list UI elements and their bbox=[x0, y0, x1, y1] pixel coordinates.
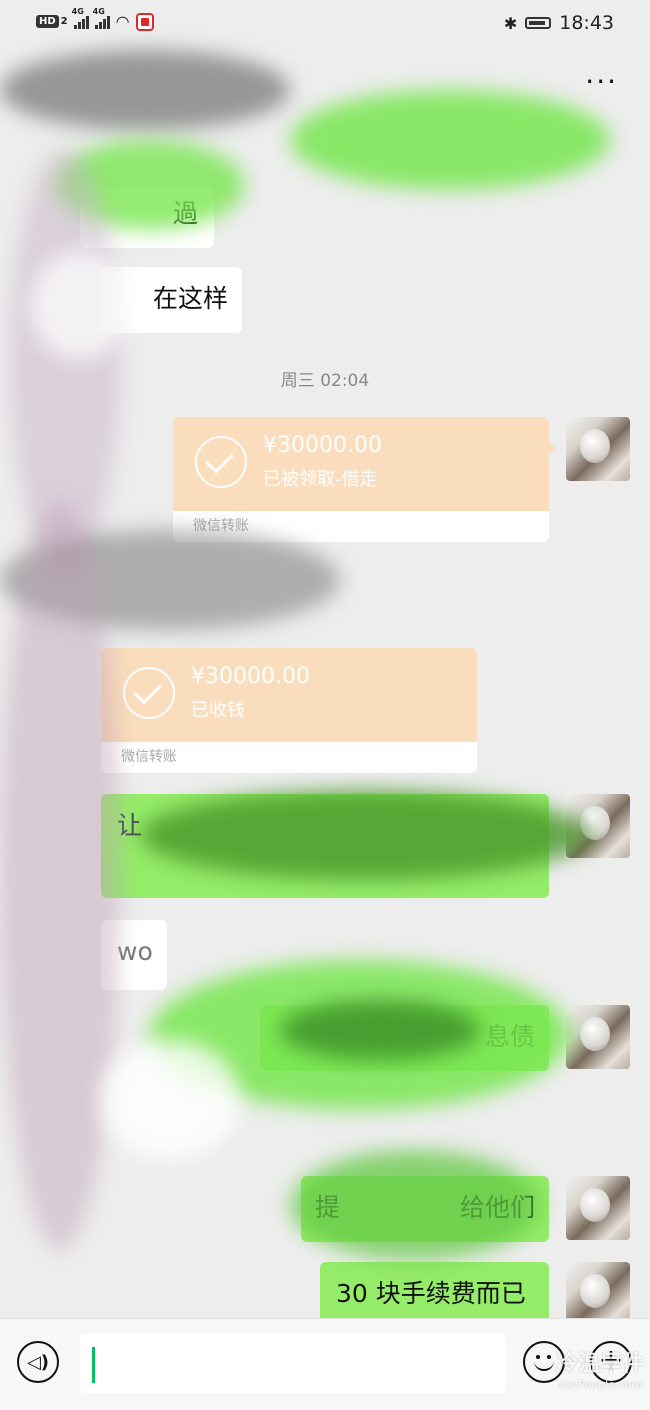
transfer-status: 已收钱 bbox=[191, 700, 245, 721]
avatar[interactable] bbox=[566, 1176, 630, 1240]
message-text: 息债 bbox=[484, 1022, 535, 1051]
message-text: 在这样 bbox=[152, 284, 228, 313]
message-input[interactable] bbox=[80, 1333, 506, 1393]
bluetooth-icon: ✱ bbox=[503, 13, 518, 33]
watermark: 冷温早件 bbox=[555, 1352, 644, 1377]
avatar[interactable] bbox=[566, 417, 630, 481]
signal-icon: 4G bbox=[93, 7, 110, 29]
status-bar: HD 2 4G 4G ◠ ✱ 18:43 bbox=[0, 0, 650, 50]
message-text: 提 bbox=[315, 1193, 341, 1222]
redaction-smudge bbox=[100, 1040, 240, 1160]
clock: 18:43 bbox=[559, 12, 614, 34]
input-bar: ◁) + bbox=[0, 1318, 650, 1410]
redaction-smudge bbox=[0, 50, 290, 130]
signal-icon: 4G bbox=[72, 7, 89, 29]
hd-sub: 2 bbox=[60, 16, 68, 27]
check-circle-icon bbox=[195, 436, 247, 488]
hd-badge: HD bbox=[36, 15, 59, 28]
status-right: ✱ 18:43 bbox=[504, 12, 614, 34]
text-cursor bbox=[92, 1347, 95, 1383]
notification-app-icon bbox=[135, 12, 154, 31]
avatar[interactable] bbox=[566, 1262, 630, 1326]
transfer-amount: ¥30000.00 bbox=[191, 664, 310, 689]
redaction-smudge bbox=[0, 530, 340, 630]
transfer-card-body: ¥30000.00 已收钱 bbox=[101, 648, 477, 742]
message-bubble-incoming[interactable]: wo bbox=[101, 920, 167, 990]
avatar[interactable] bbox=[566, 794, 630, 858]
redaction-smudge bbox=[290, 90, 610, 190]
message-text: 過 bbox=[172, 199, 198, 228]
message-bubble-outgoing[interactable]: 让 bbox=[101, 794, 549, 898]
check-circle-icon bbox=[123, 667, 175, 719]
message-bubble-outgoing[interactable]: 提 给他们 bbox=[301, 1176, 549, 1242]
transfer-card-body: ¥30000.00 已被领取-借走 bbox=[173, 417, 549, 511]
chat-timestamp: 周三 02:04 bbox=[280, 371, 370, 391]
message-text: 给他们 bbox=[459, 1193, 535, 1222]
transfer-status: 已被领取-借走 bbox=[263, 469, 378, 490]
message-bubble-incoming[interactable]: 過 bbox=[80, 186, 214, 248]
transfer-footer: 微信转账 bbox=[121, 749, 177, 765]
transfer-card-outgoing[interactable]: ¥30000.00 已被领取-借走 微信转账 bbox=[173, 417, 549, 542]
message-bubble-outgoing[interactable]: 息债 bbox=[260, 1005, 549, 1071]
avatar[interactable] bbox=[566, 1005, 630, 1069]
status-left: HD 2 4G 4G ◠ bbox=[36, 7, 154, 31]
message-text: wo bbox=[117, 937, 153, 966]
transfer-card-incoming[interactable]: ¥30000.00 已收钱 微信转账 bbox=[101, 648, 477, 773]
transfer-footer: 微信转账 bbox=[193, 518, 249, 534]
wifi-icon: ◠ bbox=[115, 12, 130, 31]
message-bubble-incoming[interactable]: 在这样 bbox=[100, 267, 242, 333]
watermark-url: VanPeople.com bbox=[558, 1378, 642, 1391]
more-dots-icon[interactable]: ··· bbox=[585, 68, 618, 96]
battery-icon bbox=[525, 17, 552, 29]
message-text: 30 块手续费而已 bbox=[336, 1279, 526, 1308]
message-text: 让 bbox=[117, 811, 143, 840]
bubble-tail bbox=[548, 442, 556, 456]
voice-icon[interactable]: ◁) bbox=[17, 1341, 59, 1383]
transfer-amount: ¥30000.00 bbox=[263, 433, 382, 458]
